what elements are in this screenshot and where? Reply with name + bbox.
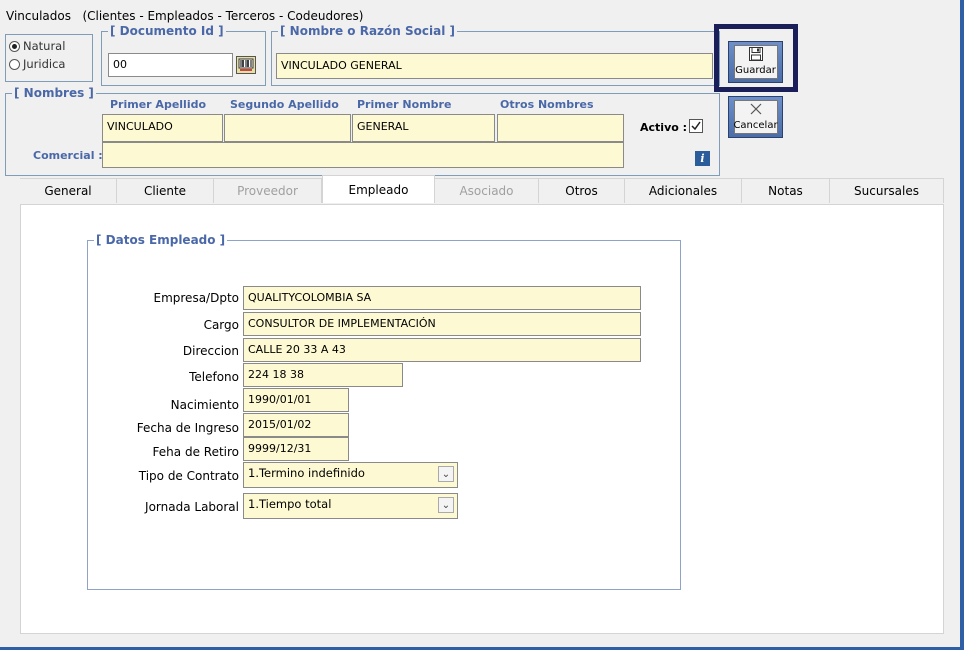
nombres-legend: [ Nombres ] — [14, 86, 94, 100]
telefono-label: Telefono — [189, 370, 239, 384]
person-type-group: Natural Juridica — [5, 34, 93, 82]
chevron-down-icon[interactable]: ⌄ — [438, 466, 454, 482]
contrato-label: Tipo de Contrato — [138, 469, 239, 483]
window-title-sub: (Clientes - Empleados - Terceros - Codeu… — [82, 9, 364, 23]
empresa-input[interactable]: QUALITYCOLOMBIA SA — [243, 286, 641, 310]
primer-nombre-header: Primer Nombre — [357, 98, 452, 111]
empresa-label: Empresa/Dpto — [153, 291, 240, 305]
tab-proveedor[interactable]: Proveedor — [214, 178, 322, 203]
primer-apellido-input[interactable]: VINCULADO — [102, 114, 223, 142]
tab-bar: General Cliente Proveedor Empleado Asoci… — [20, 175, 944, 204]
cancel-button-label: Cancelar — [733, 120, 778, 131]
save-button-label: Guardar — [735, 65, 776, 76]
cargo-input[interactable]: CONSULTOR DE IMPLEMENTACIÓN — [243, 312, 641, 336]
tab-sucursales[interactable]: Sucursales — [830, 178, 944, 203]
save-button[interactable]: Guardar — [728, 41, 783, 83]
save-button-face[interactable]: Guardar — [733, 45, 778, 79]
radio-juridica-label: Juridica — [23, 57, 66, 71]
telefono-input[interactable]: 224 18 38 — [243, 363, 403, 387]
ingreso-label: Fecha de Ingreso — [136, 421, 239, 435]
floppy-disk-icon — [748, 46, 764, 65]
chevron-down-icon[interactable]: ⌄ — [438, 497, 454, 513]
tab-general[interactable]: General — [20, 178, 117, 203]
nombre-input[interactable]: VINCULADO GENERAL — [276, 53, 713, 79]
tab-adicionales[interactable]: Adicionales — [625, 178, 742, 203]
jornada-label: Jornada Laboral — [145, 500, 239, 514]
radio-juridica-indicator[interactable] — [9, 58, 20, 70]
cancel-button[interactable]: Cancelar — [728, 96, 783, 138]
cancel-button-face[interactable]: Cancelar — [733, 100, 778, 134]
nacimiento-input[interactable]: 1990/01/01 — [243, 388, 349, 412]
otros-nombres-header: Otros Nombres — [500, 98, 594, 111]
retiro-label: Feha de Retiro — [152, 445, 239, 459]
nombre-legend: [ Nombre o Razón Social ] — [280, 24, 455, 38]
window-title-main: Vinculados — [6, 9, 71, 23]
documento-input[interactable]: 00 — [108, 53, 233, 77]
radio-natural[interactable]: Natural — [9, 39, 89, 53]
tab-empleado[interactable]: Empleado — [322, 175, 435, 203]
window-title: Vinculados (Clientes - Empleados - Terce… — [6, 9, 363, 23]
tab-asociado[interactable]: Asociado — [435, 178, 539, 203]
contrato-select[interactable]: 1.Termino indefinido ⌄ — [243, 462, 458, 488]
radio-natural-label: Natural — [23, 39, 66, 53]
primer-nombre-input[interactable]: GENERAL — [352, 114, 495, 142]
info-icon[interactable]: i — [695, 151, 710, 166]
nacimiento-label: Nacimiento — [170, 398, 239, 412]
radio-natural-indicator[interactable] — [9, 40, 20, 52]
documento-legend: [ Documento Id ] — [110, 24, 224, 38]
jornada-value: 1.Tiempo total — [248, 497, 332, 511]
datos-empleado-legend: [ Datos Empleado ] — [96, 233, 226, 247]
contrato-value: 1.Termino indefinido — [248, 466, 365, 480]
primer-apellido-header: Primer Apellido — [110, 98, 207, 111]
activo-label: Activo : — [640, 121, 688, 134]
checkmark-icon — [691, 121, 701, 131]
comercial-label: Comercial : — [33, 149, 103, 162]
window-right-edge — [960, 0, 964, 650]
tab-notas[interactable]: Notas — [742, 178, 830, 203]
ingreso-input[interactable]: 2015/01/02 — [243, 413, 349, 437]
otros-nombres-input[interactable] — [497, 114, 624, 142]
cargo-label: Cargo — [203, 318, 239, 332]
tab-otros[interactable]: Otros — [539, 178, 625, 203]
retiro-input[interactable]: 9999/12/31 — [243, 437, 349, 461]
tab-cliente[interactable]: Cliente — [117, 178, 214, 203]
segundo-apellido-header: Segundo Apellido — [230, 98, 339, 111]
segundo-apellido-input[interactable] — [224, 114, 351, 142]
direccion-label: Direccion — [182, 344, 239, 358]
jornada-select[interactable]: 1.Tiempo total ⌄ — [243, 493, 458, 519]
cancel-x-icon — [748, 101, 764, 120]
direccion-input[interactable]: CALLE 20 33 A 43 — [243, 338, 641, 362]
barcode-icon[interactable] — [236, 56, 256, 74]
radio-juridica[interactable]: Juridica — [9, 57, 89, 71]
activo-checkbox[interactable] — [689, 119, 703, 133]
comercial-input[interactable] — [102, 142, 624, 168]
